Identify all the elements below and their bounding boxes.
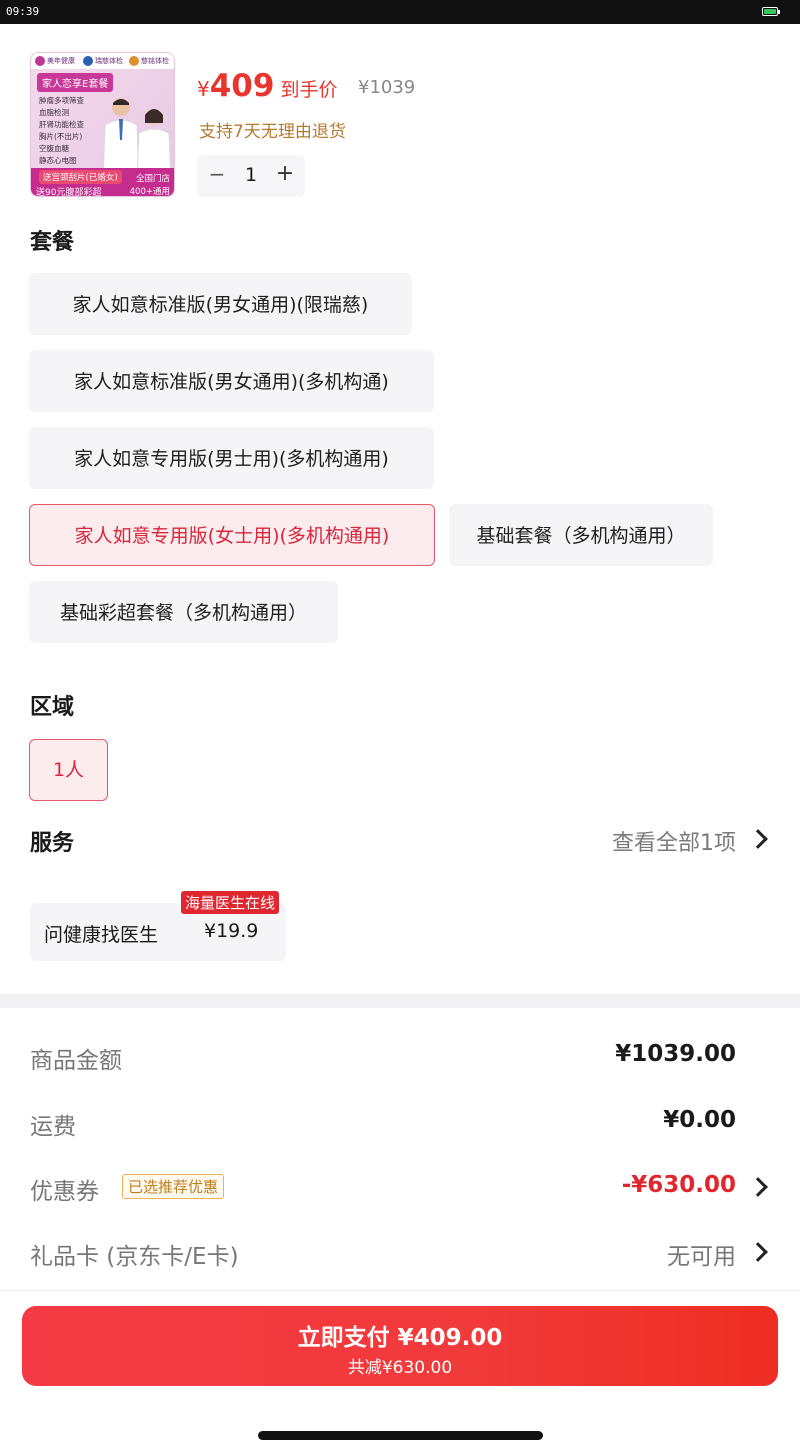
package-option[interactable]: 基础套餐（多机构通用） bbox=[449, 504, 713, 566]
service-price: ¥19.9 bbox=[204, 920, 259, 942]
giftcard-value[interactable]: 无可用 bbox=[667, 1237, 736, 1271]
decrease-button[interactable]: − bbox=[207, 164, 227, 184]
shipping-value: ¥0.00 bbox=[663, 1107, 736, 1133]
product-image-promo: 送90元腹部彩超 bbox=[36, 188, 102, 197]
view-all-services-link[interactable]: 查看全部1项 bbox=[612, 825, 736, 857]
brand-logo-text: 慈铭体检 bbox=[141, 57, 169, 65]
giftcard-label: 礼品卡 (京东卡/E卡) bbox=[30, 1244, 239, 1270]
service-name: 问健康找医生 bbox=[44, 924, 159, 946]
region-option-selected[interactable]: 1人 bbox=[29, 739, 108, 801]
price-label: 到手价 bbox=[280, 79, 338, 101]
service-section-title: 服务 bbox=[30, 831, 75, 856]
pay-discount-label: 共减¥630.00 bbox=[347, 1358, 453, 1378]
brand-logo-icon bbox=[129, 56, 139, 66]
product-image-promo: 送宫颈刮片(已婚女) bbox=[39, 170, 122, 184]
battery-icon bbox=[762, 7, 780, 16]
package-section-title: 套餐 bbox=[30, 230, 75, 255]
package-option[interactable]: 家人如意专用版(男士用)(多机构通用) bbox=[29, 427, 434, 489]
goods-amount-label: 商品金额 bbox=[30, 1048, 122, 1074]
goods-amount-value: ¥1039.00 bbox=[615, 1041, 736, 1067]
coupon-value[interactable]: -¥630.00 bbox=[622, 1172, 736, 1198]
coupon-tag: 已选推荐优惠 bbox=[122, 1174, 225, 1199]
chevron-right-icon[interactable] bbox=[748, 1242, 768, 1262]
service-badge: 海量医生在线 bbox=[181, 891, 280, 914]
quantity-stepper: − 1 + bbox=[197, 155, 305, 197]
section-divider bbox=[0, 994, 800, 1008]
coupon-label: 优惠券 bbox=[30, 1179, 99, 1205]
product-image-stores: 全国门店 bbox=[135, 174, 170, 184]
return-policy: 支持7天无理由退货 bbox=[199, 122, 346, 142]
package-option-selected[interactable]: 家人如意专用版(女士用)(多机构通用) bbox=[29, 504, 435, 566]
pay-now-button[interactable]: 立即支付 ¥409.00 共减¥630.00 bbox=[22, 1306, 778, 1386]
status-bar: 09:39 bbox=[0, 0, 800, 24]
region-section-title: 区域 bbox=[30, 695, 75, 720]
price-value: 409 bbox=[209, 68, 275, 104]
product-image-title: 家人恋享E套餐 bbox=[37, 73, 114, 92]
shipping-label: 运费 bbox=[30, 1114, 76, 1140]
increase-button[interactable]: + bbox=[275, 163, 295, 185]
brand-logo-icon bbox=[35, 56, 45, 66]
deal-price: ¥409 到手价 bbox=[197, 68, 337, 104]
chevron-right-icon[interactable] bbox=[748, 829, 768, 849]
quantity-value[interactable]: 1 bbox=[241, 164, 261, 186]
package-option[interactable]: 基础彩超套餐（多机构通用） bbox=[29, 581, 338, 643]
brand-logo-icon bbox=[83, 56, 93, 66]
original-price: ¥1039 bbox=[358, 77, 416, 98]
package-option[interactable]: 家人如意标准版(男女通用)(多机构通) bbox=[29, 350, 434, 412]
product-image: 美年健康 瑞慈体检 慈铭体检 家人恋享E套餐 肿瘤多项筛查 血脂检测 肝肾功能检… bbox=[30, 52, 175, 197]
brand-logo-text: 瑞慈体检 bbox=[95, 57, 123, 65]
brand-logo-text: 美年健康 bbox=[47, 57, 75, 65]
chevron-right-icon[interactable] bbox=[748, 1177, 768, 1197]
product-image-items: 肿瘤多项筛查 血脂检测 肝肾功能检查 胸片(不出片) 空腹血糖 静态心电图 bbox=[39, 96, 84, 165]
status-time: 09:39 bbox=[6, 5, 40, 18]
pay-now-label: 立即支付 ¥409.00 bbox=[297, 1325, 503, 1351]
product-image-stores: 400+通用 bbox=[129, 187, 170, 197]
home-indicator bbox=[258, 1431, 543, 1440]
package-option[interactable]: 家人如意标准版(男女通用)(限瑞慈) bbox=[29, 273, 412, 335]
currency-symbol: ¥ bbox=[197, 77, 210, 101]
